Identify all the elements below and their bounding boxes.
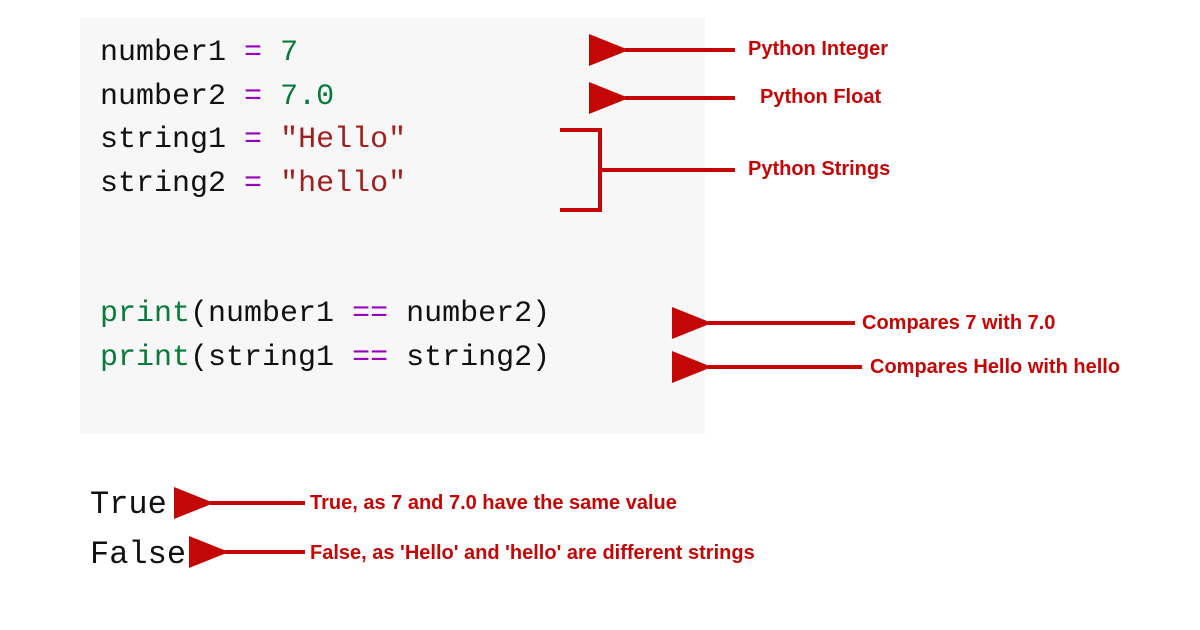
token-var: number2 bbox=[100, 80, 226, 114]
code-line-6: print(number1 == number2) bbox=[100, 293, 685, 337]
token-paren: ( bbox=[190, 341, 208, 375]
annotation-integer: Python Integer bbox=[748, 38, 888, 61]
token-assign: = bbox=[244, 167, 262, 201]
annotation-strings: Python Strings bbox=[748, 158, 890, 181]
token-var: number1 bbox=[208, 297, 334, 331]
token-var: string1 bbox=[100, 123, 226, 157]
token-paren: ) bbox=[532, 297, 550, 331]
code-line-4: string2 = "hello" bbox=[100, 163, 685, 207]
output-line-2: False bbox=[90, 530, 186, 580]
token-string: "Hello" bbox=[280, 123, 406, 157]
output-block: True False bbox=[90, 480, 186, 579]
code-blank-line bbox=[100, 250, 685, 294]
token-assign: = bbox=[244, 36, 262, 70]
token-var: string2 bbox=[406, 341, 532, 375]
output-line-1: True bbox=[90, 480, 186, 530]
code-blank-line bbox=[100, 206, 685, 250]
token-compare: == bbox=[352, 297, 388, 331]
token-var: string2 bbox=[100, 167, 226, 201]
annotation-float: Python Float bbox=[760, 86, 881, 109]
code-block: number1 = 7 number2 = 7.0 string1 = "Hel… bbox=[80, 18, 705, 434]
token-assign: = bbox=[244, 123, 262, 157]
code-line-3: string1 = "Hello" bbox=[100, 119, 685, 163]
token-paren: ) bbox=[532, 341, 550, 375]
annotation-compare-2: Compares Hello with hello bbox=[870, 356, 1120, 379]
token-paren: ( bbox=[190, 297, 208, 331]
token-string: "hello" bbox=[280, 167, 406, 201]
code-line-7: print(string1 == string2) bbox=[100, 337, 685, 381]
annotation-output-2: False, as 'Hello' and 'hello' are differ… bbox=[310, 542, 755, 565]
token-compare: == bbox=[352, 341, 388, 375]
token-var: number1 bbox=[100, 36, 226, 70]
token-var: string1 bbox=[208, 341, 334, 375]
code-line-2: number2 = 7.0 bbox=[100, 76, 685, 120]
token-var: number2 bbox=[406, 297, 532, 331]
annotation-output-1: True, as 7 and 7.0 have the same value bbox=[310, 492, 677, 515]
token-func: print bbox=[100, 297, 190, 331]
token-assign: = bbox=[244, 80, 262, 114]
code-line-1: number1 = 7 bbox=[100, 32, 685, 76]
token-number: 7 bbox=[280, 36, 298, 70]
token-number: 7.0 bbox=[280, 80, 334, 114]
annotation-compare-1: Compares 7 with 7.0 bbox=[862, 312, 1055, 335]
token-func: print bbox=[100, 341, 190, 375]
